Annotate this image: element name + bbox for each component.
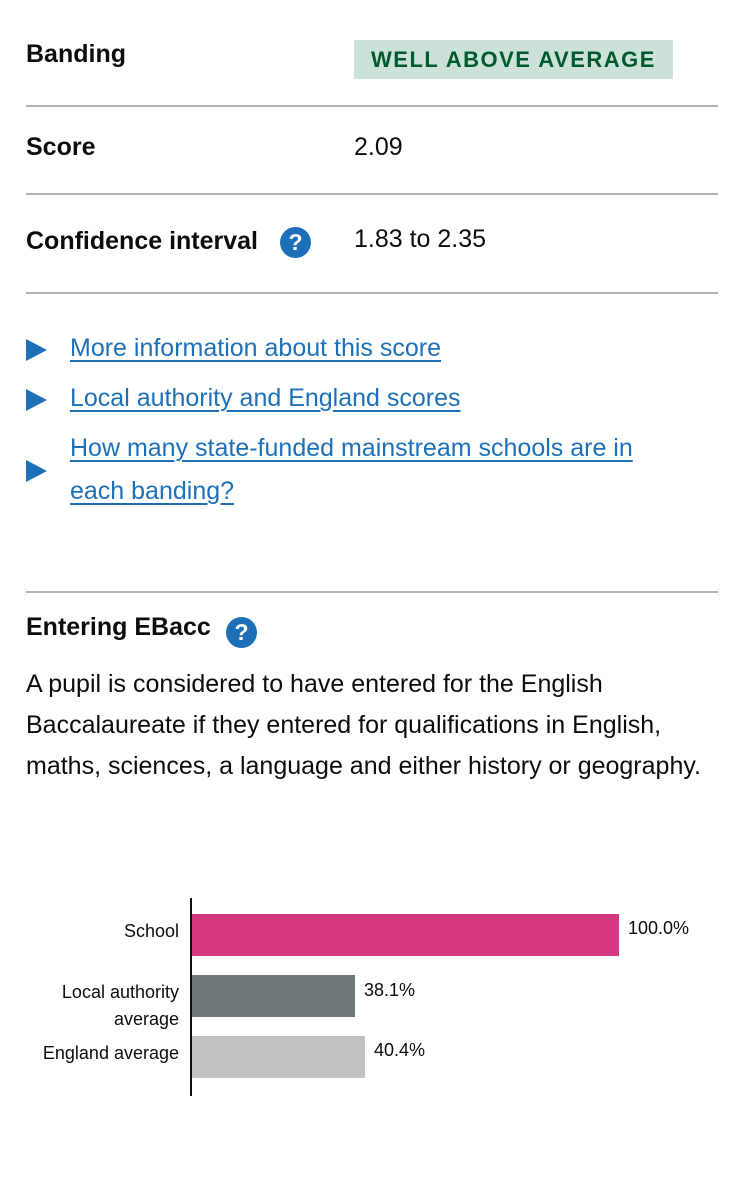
chart-category-label: England average	[42, 1043, 179, 1063]
section-heading-text: Entering EBacc	[26, 613, 211, 641]
confidence-row: Confidence interval 1.83 to 2.35	[26, 225, 718, 265]
score-value: 2.09	[354, 133, 403, 161]
question-circle-icon[interactable]: ?	[280, 227, 311, 258]
details-link[interactable]: How many state-funded mainstream schools…	[70, 427, 633, 469]
chart-bar	[192, 914, 619, 956]
details-link[interactable]: each banding?	[70, 470, 234, 512]
divider	[26, 292, 718, 294]
ebacc-description: A pupil is considered to have entered fo…	[26, 670, 701, 780]
divider	[26, 105, 718, 107]
chart-bar	[192, 975, 355, 1017]
details-link[interactable]: Local authority and England scores	[70, 377, 461, 419]
caret-right-icon	[26, 389, 47, 411]
chart-value-label: 100.0%	[628, 918, 690, 938]
banding-label: Banding	[26, 40, 126, 68]
chart-category-label: School	[123, 921, 179, 941]
confidence-label: Confidence interval	[26, 227, 258, 255]
section-heading: Entering EBacc	[26, 613, 211, 642]
details-link[interactable]: More information about this score	[70, 327, 441, 369]
caret-right-icon	[26, 339, 47, 361]
chart-value-label: 40.4%	[374, 1040, 426, 1060]
divider	[26, 591, 718, 593]
confidence-value: 1.83 to 2.35	[354, 225, 487, 253]
banding-tag: WELL ABOVE AVERAGE	[354, 40, 673, 79]
chart-value-label: 38.1%	[364, 980, 416, 1000]
divider	[26, 193, 718, 195]
chart-category-label: Local authority average	[61, 982, 179, 1029]
question-circle-icon[interactable]: ?	[226, 617, 257, 648]
chart-bar	[192, 1036, 365, 1078]
score-row: Score 2.09	[26, 133, 718, 173]
caret-right-icon	[26, 460, 47, 482]
score-label: Score	[26, 133, 96, 161]
